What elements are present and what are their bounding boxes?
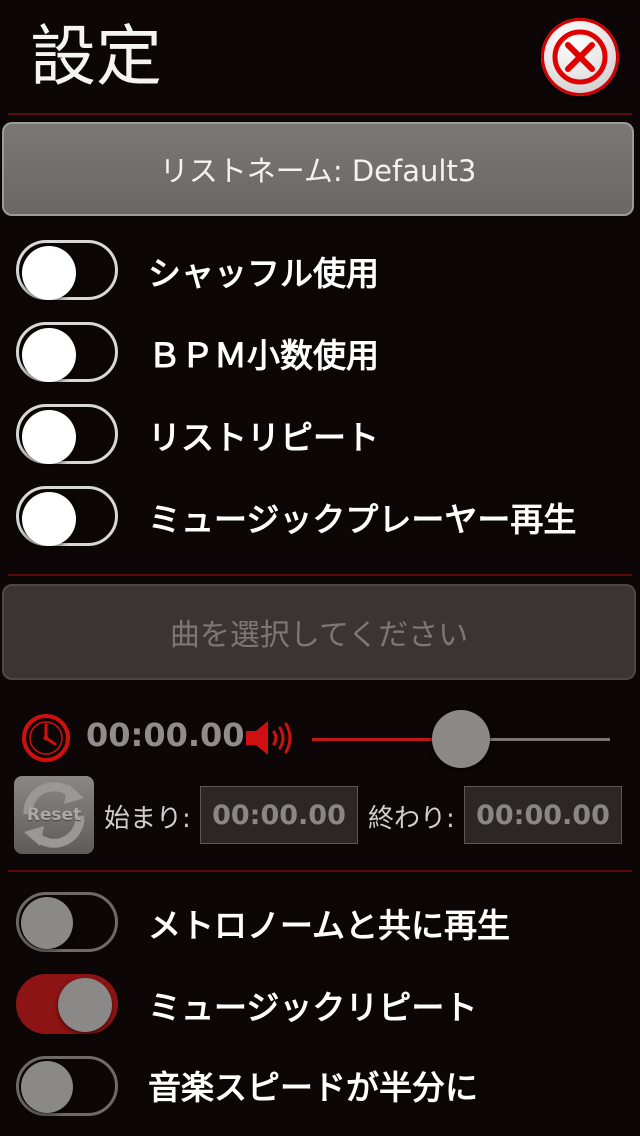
end-label: 終わり:	[368, 804, 455, 834]
divider	[8, 574, 632, 576]
toggle-list-repeat[interactable]	[16, 404, 118, 464]
clock-icon	[20, 712, 72, 764]
toggle-knob	[58, 978, 112, 1032]
toggle-half-speed[interactable]	[16, 1056, 118, 1116]
toggle-knob	[21, 1061, 73, 1113]
shuffle-label: シャッフル使用	[148, 254, 379, 293]
music-player-label: ミュージックプレーヤー再生	[148, 500, 577, 539]
bpm-decimal-label: ＢＰＭ小数使用	[148, 336, 379, 375]
toggle-music-repeat[interactable]	[16, 974, 118, 1034]
divider	[8, 870, 632, 872]
music-repeat-label: ミュージックリピート	[148, 988, 478, 1027]
list-repeat-label: リストリピート	[148, 418, 379, 457]
close-icon	[552, 29, 608, 85]
toggle-knob	[22, 410, 76, 464]
start-time-field[interactable]: 00:00.00	[200, 786, 358, 844]
list-name-button[interactable]: リストネーム: Default3	[2, 122, 634, 216]
toggle-play-with-metronome[interactable]	[16, 892, 118, 952]
toggle-music-player[interactable]	[16, 486, 118, 546]
volume-slider-knob[interactable]	[432, 710, 490, 768]
start-label: 始まり:	[104, 804, 191, 834]
end-time-field[interactable]: 00:00.00	[464, 786, 622, 844]
play-with-metronome-label: メトロノームと共に再生	[148, 906, 511, 945]
toggle-knob	[21, 897, 73, 949]
elapsed-time: 00:00.00	[86, 716, 245, 754]
speaker-icon	[244, 718, 294, 758]
close-button[interactable]	[541, 18, 619, 96]
toggle-knob	[22, 492, 76, 546]
half-speed-label: 音楽スピードが半分に	[148, 1068, 478, 1107]
toggle-bpm-decimal[interactable]	[16, 322, 118, 382]
select-song-button[interactable]: 曲を選択してください	[2, 584, 636, 680]
divider	[8, 113, 632, 115]
toggle-knob	[22, 328, 76, 382]
reset-button[interactable]: Reset	[14, 776, 94, 854]
page-title: 設定	[30, 18, 162, 95]
toggle-knob	[22, 246, 76, 300]
reset-label: Reset	[26, 805, 82, 825]
toggle-shuffle[interactable]	[16, 240, 118, 300]
